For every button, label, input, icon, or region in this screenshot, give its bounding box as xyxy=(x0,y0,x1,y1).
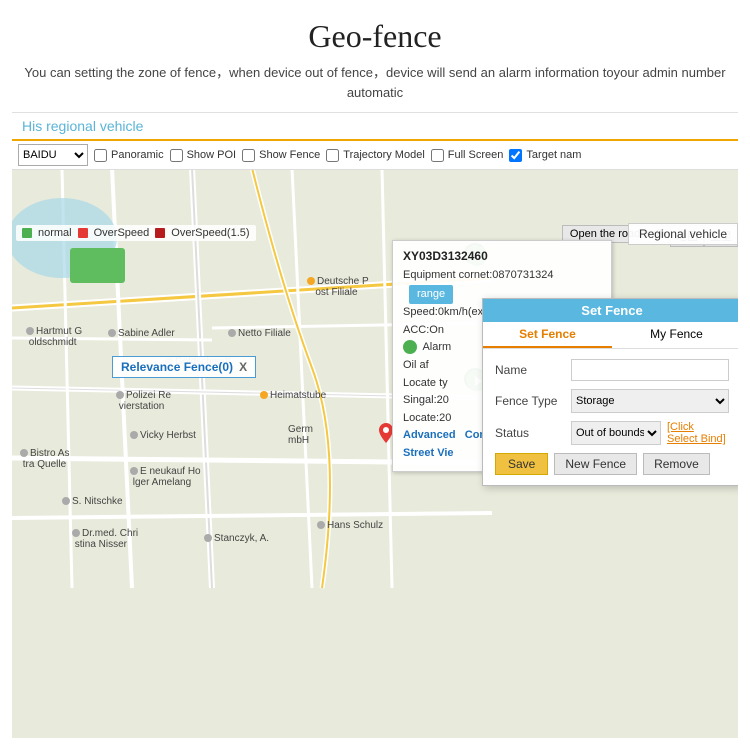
show-fence-checkbox[interactable] xyxy=(242,149,255,162)
set-fence-title: Set Fence xyxy=(483,299,738,322)
status-row: Status Out of bounds In bounds [ClickSel… xyxy=(495,421,729,445)
normal-label: normal xyxy=(38,227,72,239)
place-dot xyxy=(130,431,138,439)
place-bistro: Bistro As tra Quelle xyxy=(20,448,69,470)
place-polizei: Polizei Re vierstation xyxy=(116,390,171,412)
toolbar: BAIDUGOOGLE Panoramic Show POI Show Fenc… xyxy=(12,141,738,170)
place-dot xyxy=(130,467,138,475)
page-title: Geo-fence xyxy=(20,18,730,55)
save-button[interactable]: Save xyxy=(495,453,548,475)
advanced-link[interactable]: Advanced xyxy=(403,429,456,441)
target-name-label[interactable]: Target nam xyxy=(509,149,581,162)
fence-actions: Save New Fence Remove xyxy=(495,453,729,475)
page-container: Geo-fence You can setting the zone of fe… xyxy=(0,0,750,750)
place-dot xyxy=(204,534,212,542)
legend-bar: normal OverSpeed OverSpeed(1.5) xyxy=(16,225,256,241)
place-dot xyxy=(228,329,236,337)
status-label: Status xyxy=(495,426,565,440)
place-dot xyxy=(116,391,124,399)
place-heimatstube: Heimatstube xyxy=(260,390,326,401)
tab-my-fence[interactable]: My Fence xyxy=(612,322,738,348)
panoramic-label[interactable]: Panoramic xyxy=(94,149,164,162)
alarm-indicator xyxy=(403,340,417,354)
region-label: His regional vehicle xyxy=(12,113,738,141)
trajectory-model-label[interactable]: Trajectory Model xyxy=(326,149,425,162)
place-dot xyxy=(72,529,80,537)
place-deutsche-post: Deutsche P ost Filiale xyxy=(307,276,369,298)
place-dot xyxy=(307,277,315,285)
overspeed-dot xyxy=(78,228,88,238)
place-dot xyxy=(20,449,28,457)
close-relevance-fence-button[interactable]: X xyxy=(239,360,247,374)
name-label: Name xyxy=(495,363,565,377)
place-sabine: Sabine Adler xyxy=(108,328,175,339)
place-vicky: Vicky Herbst xyxy=(130,430,196,441)
fence-name-row: Name xyxy=(495,359,729,381)
place-dot xyxy=(26,327,34,335)
map-background: normal OverSpeed OverSpeed(1.5) Open the… xyxy=(12,168,738,738)
header: Geo-fence You can setting the zone of fe… xyxy=(0,0,750,112)
new-fence-button[interactable]: New Fence xyxy=(554,453,637,475)
relevance-fence-label: Relevance Fence(0) xyxy=(121,360,233,374)
overspeed-label: OverSpeed xyxy=(94,227,150,239)
place-dot xyxy=(317,521,325,529)
click-select-bind-link[interactable]: [ClickSelect Bind] xyxy=(667,421,726,445)
street-view-link[interactable]: Street Vie xyxy=(403,447,454,459)
place-netto: Netto Filiale xyxy=(228,328,291,339)
full-screen-label[interactable]: Full Screen xyxy=(431,149,504,162)
place-hans: Hans Schulz xyxy=(317,520,383,531)
place-hartmut: Hartmut G oldschmidt xyxy=(26,326,82,348)
full-screen-checkbox[interactable] xyxy=(431,149,444,162)
place-christina: Dr.med. Chri stina Nisser xyxy=(72,528,138,550)
place-stanczyk: Stanczyk, A. xyxy=(204,533,269,544)
set-fence-tabs: Set Fence My Fence xyxy=(483,322,738,349)
fence-type-select[interactable]: Storage Circle Polygon xyxy=(571,389,729,413)
fence-name-input[interactable] xyxy=(571,359,729,381)
tab-set-fence[interactable]: Set Fence xyxy=(483,322,612,348)
show-poi-checkbox[interactable] xyxy=(170,149,183,162)
place-nitschke: S. Nitschke xyxy=(62,496,123,507)
overspeed15-label: OverSpeed(1.5) xyxy=(171,227,249,239)
map-source-select[interactable]: BAIDUGOOGLE xyxy=(18,144,88,166)
device-id: XY03D3132460 xyxy=(403,249,601,263)
relevance-fence-box: Relevance Fence(0) X xyxy=(112,356,256,378)
normal-dot xyxy=(22,228,32,238)
show-fence-label[interactable]: Show Fence xyxy=(242,149,320,162)
place-dot xyxy=(260,391,268,399)
overspeed15-dot xyxy=(155,228,165,238)
place-neukauf: E neukauf Ho lger Amelang xyxy=(130,466,201,488)
range-button[interactable]: range xyxy=(409,285,453,305)
map-section: His regional vehicle BAIDUGOOGLE Panoram… xyxy=(12,112,738,738)
place-dot xyxy=(108,329,116,337)
fence-type-label: Fence Type xyxy=(495,394,565,408)
map-pin xyxy=(379,423,393,443)
place-germ: GermmbH xyxy=(288,424,313,446)
regional-vehicle-label: Regional vehicle xyxy=(628,223,738,245)
trajectory-model-checkbox[interactable] xyxy=(326,149,339,162)
show-poi-label[interactable]: Show POI xyxy=(170,149,237,162)
page-description: You can setting the zone of fence，when d… xyxy=(20,63,730,102)
panoramic-checkbox[interactable] xyxy=(94,149,107,162)
status-select[interactable]: Out of bounds In bounds xyxy=(571,421,661,445)
place-dot xyxy=(62,497,70,505)
set-fence-body: Name Fence Type Storage Circle Polygon S… xyxy=(483,349,738,485)
fence-type-row: Fence Type Storage Circle Polygon xyxy=(495,389,729,413)
remove-button[interactable]: Remove xyxy=(643,453,710,475)
set-fence-dialog: Set Fence Set Fence My Fence Name Fence … xyxy=(482,298,738,486)
target-name-checkbox[interactable] xyxy=(509,149,522,162)
